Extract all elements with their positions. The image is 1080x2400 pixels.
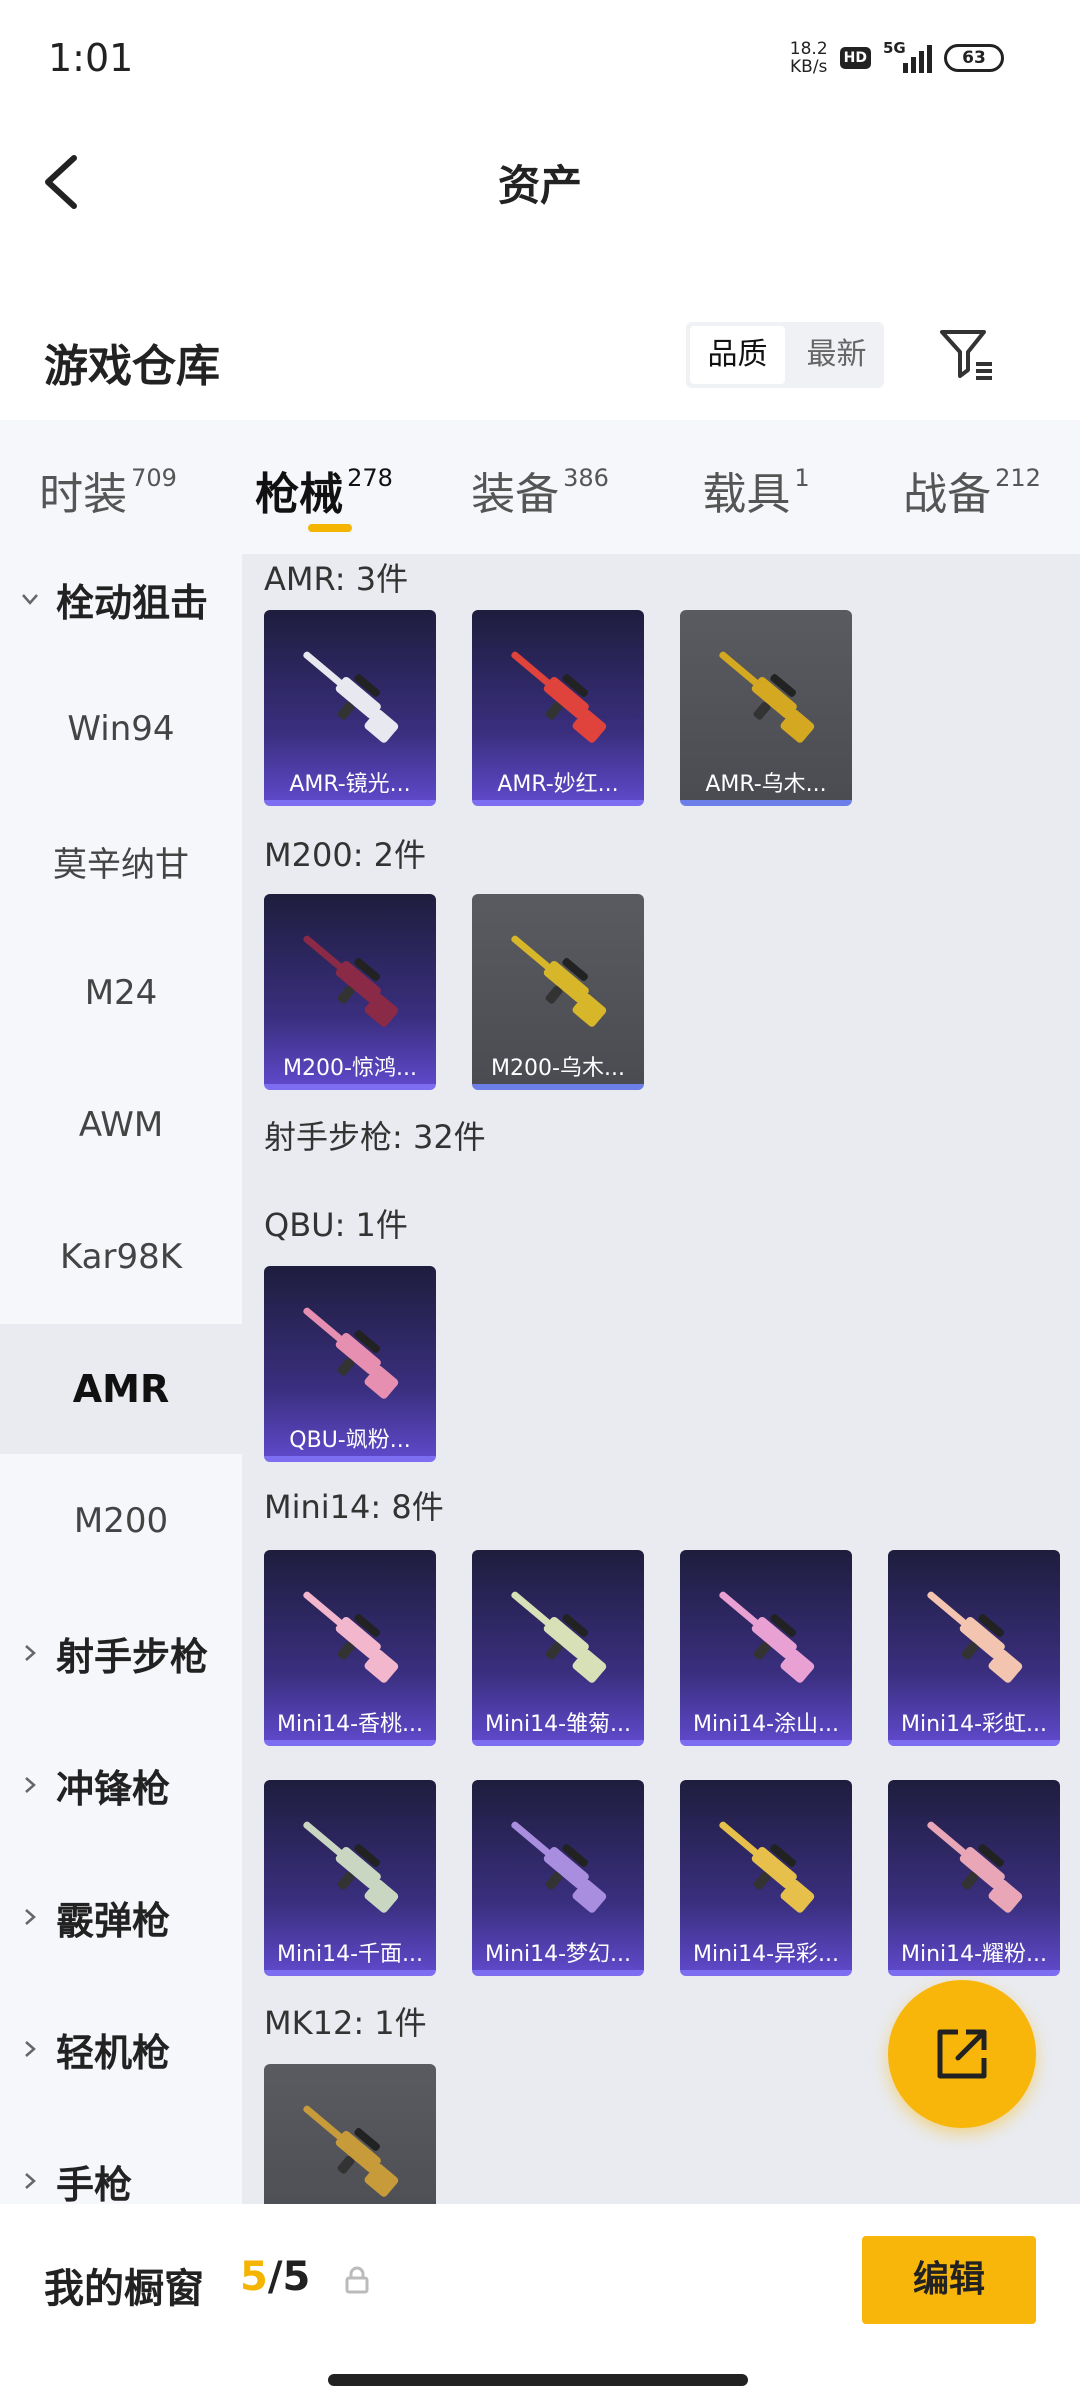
status-bar: 1:01 18.2 KB/s HD 5G 63 — [0, 0, 1080, 120]
sidebar-group-shotgun[interactable]: 霰弹枪 — [0, 1852, 242, 1982]
sort-newest-button[interactable]: 最新 — [789, 322, 884, 388]
home-indicator — [328, 2374, 748, 2386]
tab-firearms[interactable]: 枪械 278 — [216, 420, 432, 554]
sidebar-item-kar98k[interactable]: Kar98K — [0, 1192, 242, 1322]
sidebar-group-smg[interactable]: 冲锋枪 — [0, 1720, 242, 1850]
showcase-count: 5/5 — [240, 2254, 311, 2300]
sidebar-group-pistol[interactable]: 手枪 — [0, 2116, 242, 2204]
sidebar-group-bolt-action[interactable]: 栓动狙击 — [0, 554, 242, 664]
chevron-right-icon — [25, 1645, 36, 1661]
weapon-type-sidebar: 栓动狙击 Win94 莫辛纳甘 M24 AWM Kar98K AMR M200 … — [0, 554, 242, 2204]
rifle-icon — [719, 1821, 815, 1913]
status-icons: 18.2 KB/s HD 5G 63 — [789, 39, 1004, 77]
group-label-dmr: 射手步枪: 32件 — [264, 1118, 486, 1156]
chevron-down-icon — [22, 594, 38, 605]
weapon-card[interactable]: Mini14-彩虹... — [888, 1550, 1060, 1746]
rifle-icon — [511, 1591, 607, 1683]
group-label-amr: AMR: 3件 — [264, 560, 409, 598]
rifle-icon — [511, 935, 607, 1027]
sidebar-item-awm[interactable]: AWM — [0, 1060, 242, 1190]
weapon-card[interactable]: M200-惊鸿... — [264, 894, 436, 1090]
weapon-card[interactable]: Mini14-雏菊... — [472, 1550, 644, 1746]
tab-supplies[interactable]: 战备 212 — [864, 420, 1080, 554]
rifle-icon — [719, 1591, 815, 1683]
sort-quality-button[interactable]: 品质 — [690, 326, 785, 384]
tab-fashion[interactable]: 时装 709 — [0, 420, 216, 554]
battery-icon: 63 — [944, 44, 1004, 72]
hd-icon: HD — [839, 47, 871, 69]
group-label-mk12: MK12: 1件 — [264, 2004, 427, 2042]
group-label-m200: M200: 2件 — [264, 836, 427, 874]
tab-vehicles[interactable]: 载具 1 — [648, 420, 864, 554]
rifle-icon — [927, 1591, 1023, 1683]
rifle-icon — [927, 1821, 1023, 1913]
group-label-mini14: Mini14: 8件 — [264, 1488, 444, 1526]
sidebar-item-amr[interactable]: AMR — [0, 1324, 242, 1454]
lock-icon — [345, 2266, 369, 2294]
sidebar-item-win94[interactable]: Win94 — [0, 664, 242, 794]
sidebar-item-m24[interactable]: M24 — [0, 928, 242, 1058]
chevron-right-icon — [25, 2041, 36, 2057]
edit-button[interactable]: 编辑 — [862, 2236, 1036, 2324]
rifle-icon — [303, 1591, 399, 1683]
chevron-right-icon — [25, 1777, 36, 1793]
showcase-label: 我的橱窗 — [44, 2266, 204, 2312]
sidebar-item-m200[interactable]: M200 — [0, 1456, 242, 1586]
filter-icon[interactable] — [936, 324, 996, 384]
weapon-card[interactable]: AMR-乌木... — [680, 610, 852, 806]
weapon-card[interactable]: Mini14-香桃... — [264, 1550, 436, 1746]
weapon-card[interactable]: AMR-镜光... — [264, 610, 436, 806]
weapon-card[interactable]: Mini14-梦幻... — [472, 1780, 644, 1976]
rifle-icon — [511, 651, 607, 743]
status-time: 1:01 — [48, 36, 134, 80]
section-title: 游戏仓库 — [44, 341, 220, 392]
bottom-bar: 我的橱窗 5/5 编辑 — [0, 2204, 1080, 2400]
group-label-qbu: QBU: 1件 — [264, 1206, 408, 1244]
page-title: 资产 — [497, 161, 582, 210]
rifle-icon — [303, 1821, 399, 1913]
rifle-icon — [303, 651, 399, 743]
sidebar-item-mosin[interactable]: 莫辛纳甘 — [0, 796, 242, 926]
rifle-icon — [303, 935, 399, 1027]
weapon-card[interactable]: QBU-飒粉... — [264, 1266, 436, 1462]
chevron-right-icon — [25, 1909, 36, 1925]
rifle-icon — [511, 1821, 607, 1913]
chevron-right-icon — [25, 2173, 36, 2189]
weapon-card[interactable]: AMR-妙红... — [472, 610, 644, 806]
rifle-icon — [719, 651, 815, 743]
rifle-icon — [303, 1307, 399, 1399]
weapon-card[interactable]: Mini14-千面... — [264, 1780, 436, 1976]
weapon-card[interactable] — [264, 2064, 436, 2204]
weapon-card[interactable]: Mini14-耀粉... — [888, 1780, 1060, 1976]
category-tabs: 时装 709 枪械 278 装备 386 载具 1 战备 212 — [0, 420, 1080, 554]
share-fab-button[interactable] — [888, 1980, 1036, 2128]
weapon-card[interactable]: Mini14-异彩... — [680, 1780, 852, 1976]
sidebar-group-dmr[interactable]: 射手步枪 — [0, 1588, 242, 1718]
share-icon — [937, 2029, 987, 2079]
rifle-icon — [303, 2105, 399, 2197]
network-speed: 18.2 KB/s — [789, 39, 828, 77]
sort-toggle: 品质 最新 — [686, 322, 884, 388]
signal-icon: 5G — [883, 39, 932, 73]
tab-equipment[interactable]: 装备 386 — [432, 420, 648, 554]
weapon-card[interactable]: M200-乌木... — [472, 894, 644, 1090]
weapon-card[interactable]: Mini14-涂山... — [680, 1550, 852, 1746]
sidebar-group-lmg[interactable]: 轻机枪 — [0, 1984, 242, 2114]
weapon-grid: AMR: 3件 M200: 2件 射手步枪: 32件 QBU: 1件 Mini1… — [242, 554, 1080, 2204]
